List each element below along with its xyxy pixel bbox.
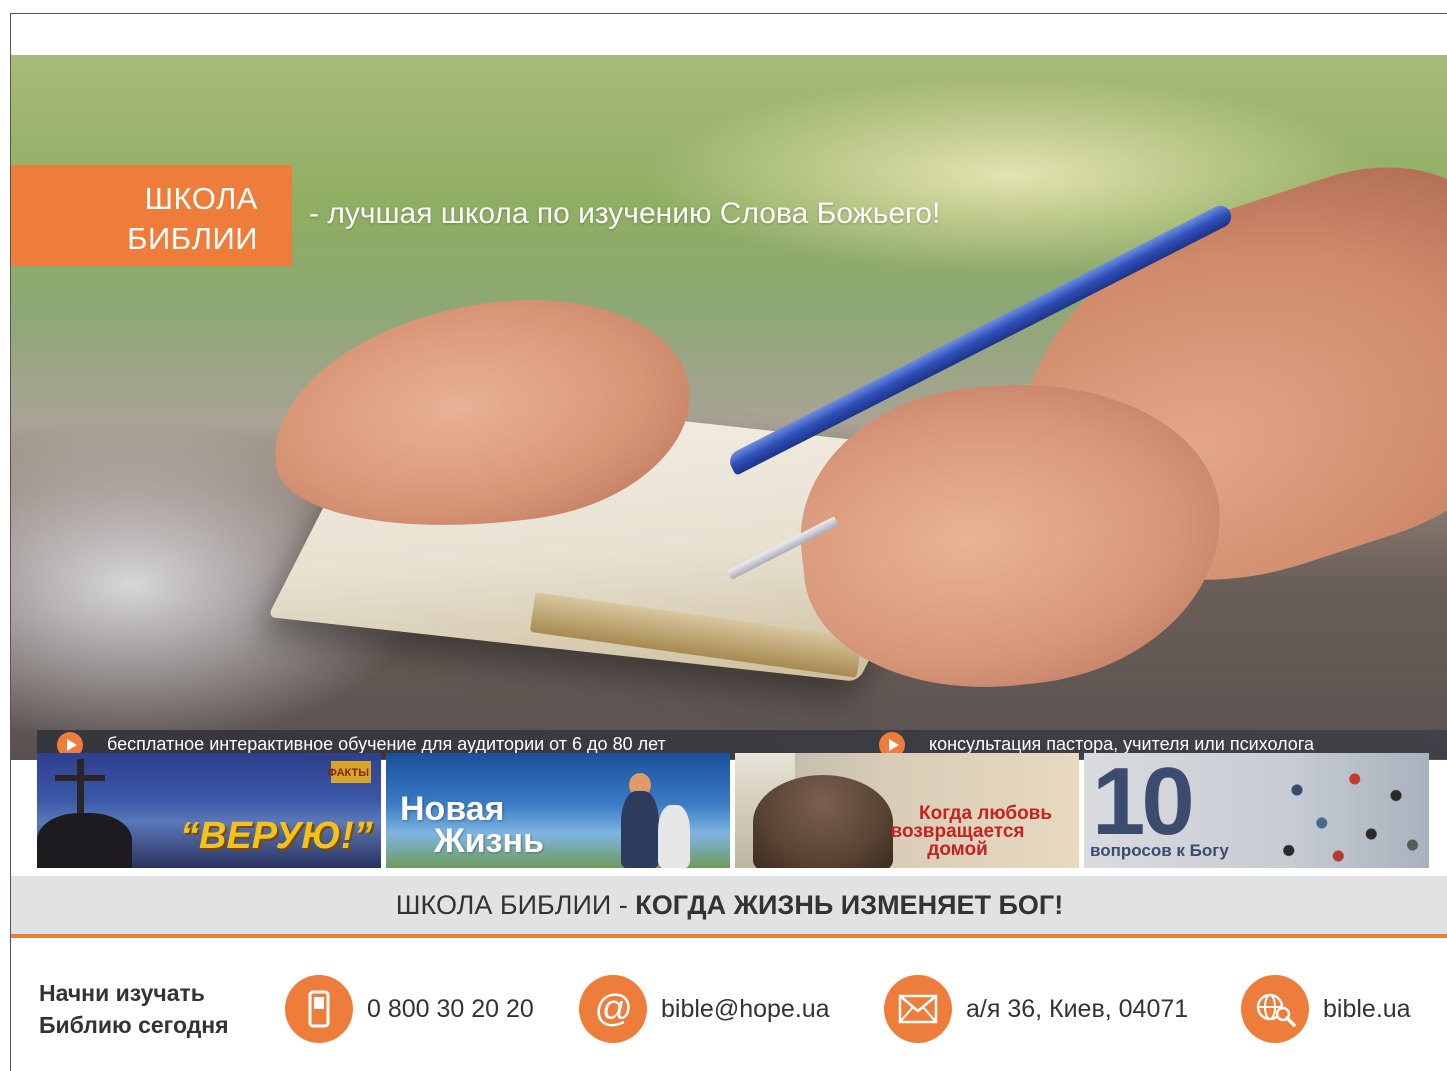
program-kogda-lyubov-title: Когда любовь возвращается домой [863, 804, 1053, 860]
feature-text-1: бесплатное интерактивное обучение для ау… [107, 734, 666, 754]
website-url: bible.ua [1323, 994, 1411, 1023]
feature-text-2: консультация пастора, учителя или психол… [929, 734, 1314, 754]
program-novaya-zhizn-title: Новая Жизнь [400, 790, 544, 860]
program-lyubov-line-3: домой [927, 839, 988, 860]
program-veruyu[interactable]: ФАКТЫ “ВЕРУЮ!” [37, 753, 381, 868]
email-address: bible@hope.ua [661, 994, 830, 1023]
crowd-image [1264, 757, 1429, 867]
program-10-subtitle: вопросов к Богу [1090, 841, 1229, 860]
call-to-action-line-2: Библию сегодня [39, 1012, 229, 1038]
contact-website[interactable]: bible.ua [1241, 975, 1411, 1043]
slogan-bar: ШКОЛА БИБЛИИ - КОГДА ЖИЗНЬ ИЗМЕНЯЕТ БОГ! [11, 876, 1447, 938]
slogan-part-2: КОГДА ЖИЗНЬ ИЗМЕНЯЕТ БОГ! [635, 890, 1064, 920]
program-veruyu-title: “ВЕРУЮ!” [180, 815, 373, 857]
postal-address: а/я 36, Киев, 04071 [966, 994, 1189, 1023]
program-novaya-zhizn[interactable]: Новая Жизнь [386, 753, 730, 868]
call-to-action: Начни изучать Библию сегодня [39, 977, 229, 1041]
tagline: - лучшая школа по изучению Слова Божьего… [309, 197, 941, 230]
call-to-action-line-1: Начни изучать [39, 980, 205, 1006]
globe-search-icon [1241, 975, 1309, 1043]
contacts-bar: Начни изучать Библию сегодня 0 800 30 20… [11, 939, 1447, 1071]
family-mother [658, 805, 690, 868]
contact-email[interactable]: @ bible@hope.ua [579, 975, 830, 1043]
brand-block: ШКОЛА БИБЛИИ [11, 165, 292, 266]
program-novaya-line-2: Жизнь [434, 822, 544, 860]
programs-strip: ФАКТЫ “ВЕРУЮ!” Новая Жизнь Когда любовь … [37, 753, 1429, 868]
brand-line-2: БИБЛИИ [127, 221, 258, 256]
program-novaya-line-1: Новая [400, 790, 505, 828]
contact-phone[interactable]: 0 800 30 20 20 [285, 975, 534, 1043]
brand-line-1: ШКОЛА [144, 181, 258, 216]
slogan-part-1: ШКОЛА БИБЛИИ - [395, 890, 636, 920]
mobile-phone-icon [285, 975, 353, 1043]
family-father [621, 791, 659, 868]
contact-address[interactable]: а/я 36, Киев, 04071 [884, 975, 1188, 1043]
phone-number: 0 800 30 20 20 [367, 994, 534, 1023]
silhouette [37, 813, 132, 868]
at-sign-icon: @ [579, 975, 647, 1043]
envelope-icon [884, 975, 952, 1043]
program-kogda-lyubov[interactable]: Когда любовь возвращается домой [735, 753, 1079, 868]
poster: ШКОЛА БИБЛИИ - лучшая школа по изучению … [10, 13, 1447, 1071]
cross-icon-bar [55, 775, 105, 781]
fakty-logo-text: ФАКТЫ [327, 767, 369, 779]
hero-photo: ШКОЛА БИБЛИИ - лучшая школа по изучению … [11, 55, 1447, 760]
program-10-voprosov[interactable]: 10 вопросов к Богу [1084, 753, 1429, 868]
